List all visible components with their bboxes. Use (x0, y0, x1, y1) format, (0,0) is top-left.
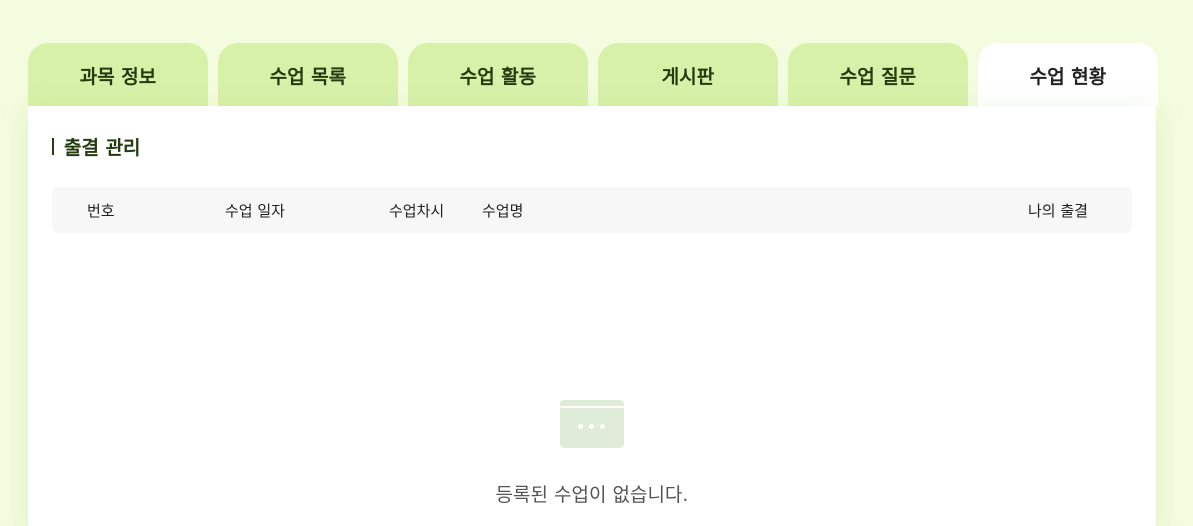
column-header-lesson-date: 수업 일자 (225, 202, 285, 220)
tab-lesson-activity[interactable]: 수업 활동 (408, 43, 588, 106)
tab-lesson-questions[interactable]: 수업 질문 (788, 43, 968, 106)
tab-lesson-list[interactable]: 수업 목록 (218, 43, 398, 106)
section-marker (52, 138, 54, 155)
section-title: 출결 관리 (64, 137, 141, 159)
tab-lesson-status[interactable]: 수업 현황 (978, 43, 1158, 106)
column-header-number: 번호 (87, 202, 115, 220)
tab-bar: 과목 정보 수업 목록 수업 활동 게시판 수업 질문 수업 현황 (28, 43, 1158, 106)
section-heading: 출결 관리 (52, 133, 141, 160)
empty-window-icon (560, 400, 624, 448)
empty-state-message: 등록된 수업이 없습니다. (495, 484, 689, 506)
column-header-my-attendance: 나의 출결 (1028, 202, 1088, 220)
content-panel: 출결 관리 번호 수업 일자 수업차시 수업명 나의 출결 등록된 수업이 없습… (28, 106, 1156, 526)
table-header: 번호 수업 일자 수업차시 수업명 나의 출결 (52, 187, 1132, 233)
tab-course-info[interactable]: 과목 정보 (28, 43, 208, 106)
column-header-lesson-name: 수업명 (482, 202, 524, 220)
tab-board[interactable]: 게시판 (598, 43, 778, 106)
column-header-session: 수업차시 (389, 202, 445, 220)
